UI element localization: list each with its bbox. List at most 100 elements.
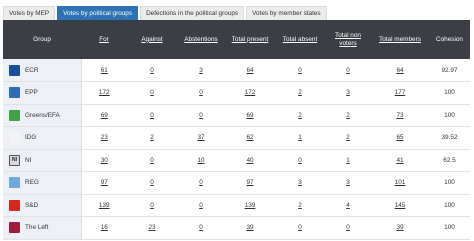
header-total-members[interactable]: Total members (371, 20, 429, 59)
cell-for-link[interactable]: 23 (101, 134, 108, 141)
table-body: ECR 61 0 3 64 0 0 64 92.97 EPP 172 0 0 172 2 3 177 100 Gre… (3, 59, 470, 239)
cell-total-present-link[interactable]: 172 (245, 89, 256, 96)
tab-defections[interactable]: Defections in the political groups (140, 6, 245, 20)
cell-for-link[interactable]: 97 (101, 179, 108, 186)
cell-total-present: 40 (225, 149, 275, 172)
header-total-non-voters[interactable]: Total non voters (325, 20, 371, 59)
cell-cohesion: 39.52 (441, 134, 458, 142)
group-cell: NI NI (3, 149, 82, 172)
cell-abstentions-link[interactable]: 0 (199, 112, 203, 119)
group-name: The Left (25, 224, 49, 232)
cell-for: 69 (81, 104, 127, 127)
tab-votes-by-political-groups[interactable]: Votes by political groups (57, 6, 139, 20)
cell-abstentions: 0 (177, 194, 225, 217)
cell-total-members: 41 (371, 149, 429, 172)
table-row: ECR 61 0 3 64 0 0 64 92.97 (3, 59, 470, 82)
cell-for-link[interactable]: 172 (99, 89, 110, 96)
cell-total-members-link[interactable]: 177 (395, 89, 406, 96)
cell-total-members-link[interactable]: 101 (395, 179, 406, 186)
cell-total-present-link[interactable]: 62 (246, 134, 253, 141)
group-cell: ECR (3, 59, 82, 82)
header-total-present[interactable]: Total present (225, 20, 275, 59)
cell-total-non-voters-link[interactable]: 1 (346, 157, 350, 164)
cell-abstentions-link[interactable]: 0 (199, 202, 203, 209)
cell-total-members-link[interactable]: 145 (395, 202, 406, 209)
header-abstentions[interactable]: Abstentions (177, 20, 225, 59)
cell-total-present-link[interactable]: 69 (246, 112, 253, 119)
cell-total-members-link[interactable]: 73 (396, 112, 403, 119)
cell-total-absent-link[interactable]: 0 (298, 67, 302, 74)
cell-against: 0 (127, 82, 177, 105)
cell-against-link[interactable]: 0 (150, 89, 154, 96)
cell-abstentions-link[interactable]: 0 (199, 179, 203, 186)
cell-cohesion: 62.5 (443, 156, 456, 164)
cell-against-link[interactable]: 2 (150, 134, 154, 141)
cell-abstentions-link[interactable]: 37 (197, 134, 204, 141)
cell-against: 0 (127, 194, 177, 217)
cell-total-absent-link[interactable]: 0 (298, 157, 302, 164)
cell-total-members: 64 (371, 59, 429, 82)
cell-total-present-link[interactable]: 139 (245, 202, 256, 209)
cell-total-non-voters: 2 (325, 127, 371, 150)
cell-for-link[interactable]: 139 (99, 202, 110, 209)
tab-votes-by-member-states[interactable]: Votes by member states (246, 6, 327, 20)
cell-total-members-link[interactable]: 64 (396, 67, 403, 74)
table-header-row: Group For Against Abstentions Total pres… (3, 20, 470, 59)
cell-abstentions-link[interactable]: 10 (197, 157, 204, 164)
cell-total-present-link[interactable]: 64 (246, 67, 253, 74)
cell-against-link[interactable]: 0 (150, 202, 154, 209)
cell-total-absent-link[interactable]: 3 (298, 179, 302, 186)
cell-for-link[interactable]: 69 (101, 112, 108, 119)
group-cell: S&D (3, 194, 82, 217)
cell-abstentions-link[interactable]: 0 (199, 89, 203, 96)
cell-against: 23 (127, 217, 177, 240)
cell-abstentions: 3 (177, 59, 225, 82)
header-for[interactable]: For (81, 20, 127, 59)
cell-against-link[interactable]: 0 (150, 67, 154, 74)
cell-against-link[interactable]: 0 (150, 157, 154, 164)
header-against[interactable]: Against (127, 20, 177, 59)
group-name: ECR (25, 66, 39, 74)
cell-for: 16 (81, 217, 127, 240)
cell-total-members-link[interactable]: 39 (396, 224, 403, 231)
cell-total-non-voters-link[interactable]: 2 (346, 134, 350, 141)
cell-total-present-link[interactable]: 39 (246, 224, 253, 231)
cell-abstentions: 37 (177, 127, 225, 150)
cell-total-non-voters-link[interactable]: 3 (346, 89, 350, 96)
cell-total-absent-link[interactable]: 2 (298, 89, 302, 96)
cell-total-absent-link[interactable]: 1 (298, 134, 302, 141)
cell-abstentions-link[interactable]: 3 (199, 67, 203, 74)
cell-against-link[interactable]: 0 (150, 112, 154, 119)
group-name: Greens/EFA (25, 111, 60, 119)
table-row: NI NI 30 0 10 40 0 1 41 62.5 (3, 149, 470, 172)
cell-total-members-link[interactable]: 41 (396, 157, 403, 164)
header-total-absent[interactable]: Total absent (275, 20, 325, 59)
tab-votes-by-mep[interactable]: Votes by MEP (3, 6, 56, 20)
group-cell: The Left (3, 216, 82, 239)
cell-total-absent-link[interactable]: 2 (298, 202, 302, 209)
cell-total-non-voters-link[interactable]: 2 (346, 112, 350, 119)
cell-total-non-voters-link[interactable]: 3 (346, 179, 350, 186)
cell-abstentions: 10 (177, 149, 225, 172)
cell-abstentions-link[interactable]: 0 (199, 224, 203, 231)
cell-abstentions: 0 (177, 82, 225, 105)
cell-for-link[interactable]: 16 (101, 224, 108, 231)
results-table-container: Group For Against Abstentions Total pres… (3, 20, 470, 240)
cell-against-link[interactable]: 23 (148, 224, 155, 231)
cell-total-non-voters-link[interactable]: 0 (346, 67, 350, 74)
cell-total-absent: 2 (275, 104, 325, 127)
cell-for-link[interactable]: 61 (101, 67, 108, 74)
cell-total-non-voters-link[interactable]: 4 (346, 202, 350, 209)
cell-total-non-voters: 4 (325, 194, 371, 217)
cell-total-absent-link[interactable]: 0 (298, 224, 302, 231)
results-table: Group For Against Abstentions Total pres… (3, 20, 470, 240)
cell-total-absent-link[interactable]: 2 (298, 112, 302, 119)
group-logo-icon (9, 132, 20, 144)
cell-total-present-link[interactable]: 97 (246, 179, 253, 186)
cell-total-members-link[interactable]: 65 (396, 134, 403, 141)
cell-for: 23 (81, 127, 127, 150)
cell-against-link[interactable]: 0 (150, 179, 154, 186)
cell-total-present-link[interactable]: 40 (246, 157, 253, 164)
cell-total-non-voters-link[interactable]: 0 (346, 224, 350, 231)
cell-for-link[interactable]: 30 (101, 157, 108, 164)
